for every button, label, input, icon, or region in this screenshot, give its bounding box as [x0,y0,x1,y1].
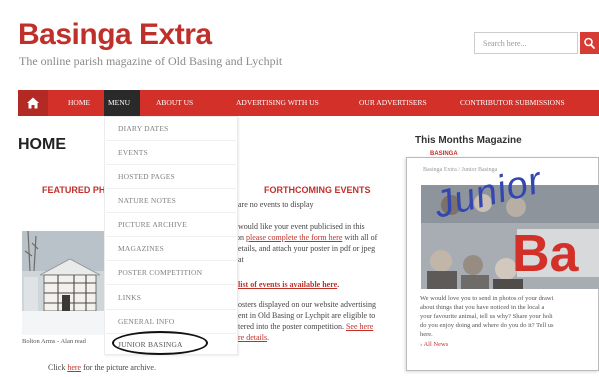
publicise-line-3: etails, and attach your poster in pdf or… [238,244,376,253]
menu-item-hosted-pages[interactable]: HOSTED PAGES [118,172,175,181]
menu-item-magazines[interactable]: MAGAZINES [118,244,164,253]
picture-archive-link[interactable]: here [67,363,81,372]
menu-divider [106,309,236,310]
nav-home-icon-button[interactable] [18,90,48,116]
menu-item-links[interactable]: LINKS [118,293,141,302]
nav-our-advertisers[interactable]: OUR ADVERTISERS [359,90,427,116]
posters-line-1: osters displayed on our website advertis… [238,300,376,309]
posters-line-2: ent in Old Basing or Lychpit are eligibl… [238,311,376,320]
poster-details-link[interactable]: re details [238,333,267,342]
poster-see-here-link[interactable]: See here [346,322,373,331]
posters-line-3: tered into the poster competition. See h… [238,322,374,331]
highlight-circle [112,331,208,355]
publicise-line-2: on please complete the form here with al… [236,233,378,242]
snow-house-photo [22,231,104,335]
publicise-line-4: at [238,255,244,264]
menu-divider [106,188,236,189]
menu-divider [106,260,236,261]
menu-divider [106,164,236,165]
menu-item-general-info[interactable]: GENERAL INFO [118,317,175,326]
featured-photo[interactable] [22,231,104,335]
nav-about-us[interactable]: ABOUT US [156,90,193,116]
menu-divider [106,236,236,237]
preview-desc-line-4: do you enjoy doing and where do you do i… [420,322,554,329]
publicise-line-1: would like your event publicised in this [238,222,365,231]
menu-item-events[interactable]: EVENTS [118,148,148,157]
site-title[interactable]: Basinga Extra [18,18,212,52]
forthcoming-events-heading: FORTHCOMING EVENTS [264,185,371,195]
search-icon [584,37,595,49]
search-input[interactable]: Search here... [474,32,578,54]
basinga-word: Ba [512,225,579,283]
event-form-link[interactable]: please complete the form here [246,233,342,242]
search-button[interactable] [580,32,599,54]
preview-desc-line-5: here. [420,331,433,338]
preview-desc-line-1: We would love you to send in photos of y… [420,295,554,302]
posters-line-4: re details. [238,333,270,342]
site-tagline: The online parish magazine of Old Basing… [19,54,283,68]
events-list-link[interactable]: list of events is available here [238,280,337,289]
menu-divider [106,140,236,141]
menu-item-picture-archive[interactable]: PICTURE ARCHIVE [118,220,187,229]
picture-archive-text: Click here for the picture archive. [48,363,156,372]
events-list-text: list of events is available here. [238,280,340,289]
photo-caption: Bolton Arms - Alan read [22,338,86,345]
menu-item-diary-dates[interactable]: DIARY DATES [118,124,168,133]
menu-item-poster-competition[interactable]: POSTER COMPETITION [118,268,202,277]
preview-desc-line-2: about things that you have noticed in th… [420,304,545,311]
nav-contributor-submissions[interactable]: CONTRIBUTOR SUBMISSIONS [460,90,565,116]
menu-divider [106,212,236,213]
menu-item-nature-notes[interactable]: NATURE NOTES [118,196,176,205]
all-news-link[interactable]: › All News [420,341,448,348]
nav-menu[interactable]: MENU [108,90,130,116]
menu-divider [106,284,236,285]
no-events-text: are no events to display [238,200,314,209]
home-icon [27,97,39,109]
nav-home[interactable]: HOME [68,90,90,116]
preview-desc-line-3: your favourite animal, tell us why? Shar… [420,313,553,320]
sidebar-magazine-title: This Months Magazine [415,135,522,146]
nav-advertising-with-us[interactable]: ADVERTISING WITH US [236,90,319,116]
page-title: HOME [18,136,66,153]
